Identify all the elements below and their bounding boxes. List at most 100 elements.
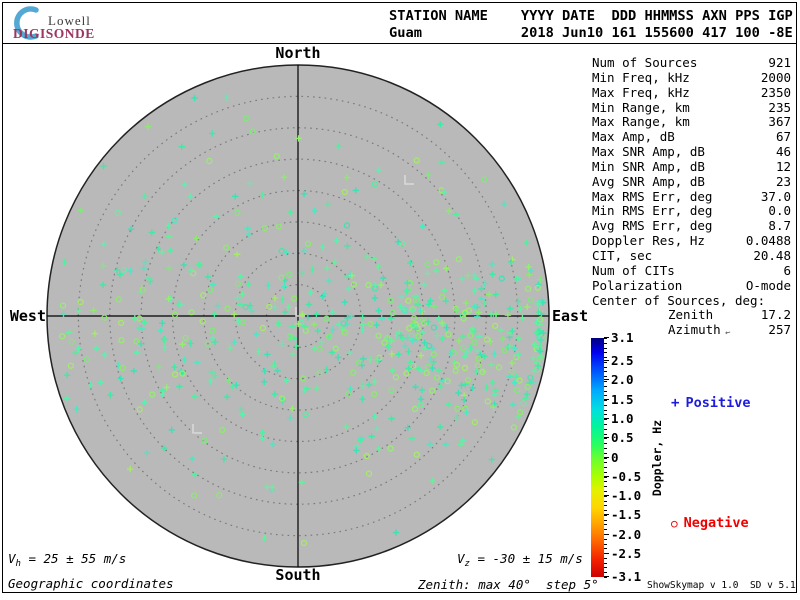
colorbar-minor-tick	[604, 352, 607, 354]
stat-label: Max SNR Amp, dB	[592, 144, 705, 160]
stat-value: 6	[783, 262, 791, 278]
colorbar-minor-tick	[604, 500, 607, 502]
compass-west-label: West	[9, 307, 46, 325]
colorbar-minor-tick	[604, 557, 607, 559]
colorbar-tick-label: 0.5	[611, 430, 634, 446]
stat-label: Min Freq, kHz	[592, 69, 690, 85]
stat-value: 46	[775, 144, 791, 160]
colorbar-tick	[604, 576, 609, 577]
stat-row: Max SNR Amp, dB 46	[592, 144, 791, 159]
colorbar-minor-tick	[604, 342, 607, 344]
colorbar-minor-tick	[604, 424, 607, 426]
stat-label: Zenith	[668, 307, 714, 323]
circle-marker-icon: ○	[671, 516, 678, 530]
colorbar-minor-tick	[604, 395, 607, 397]
colorbar-minor-tick	[604, 572, 607, 574]
stat-value: 235	[768, 99, 791, 115]
colorbar	[591, 338, 604, 577]
colorbar-tick-label: 3.1	[611, 330, 634, 345]
stat-label: Max Freq, kHz	[592, 84, 690, 100]
stat-row: Polarization O-mode	[592, 278, 791, 293]
colorbar-minor-tick	[604, 357, 607, 359]
legend-positive-label: Positive	[685, 395, 751, 411]
stat-label: Max Range, km	[592, 114, 690, 130]
vh-symbol: V	[8, 551, 16, 566]
stat-label: Min SNR Amp, dB	[592, 158, 705, 174]
stat-value: 921	[768, 55, 791, 70]
colorbar-minor-tick	[604, 548, 607, 550]
stat-label: Max Amp, dB	[592, 129, 675, 145]
stat-label: Num of CITs	[592, 262, 675, 278]
colorbar-tick	[604, 398, 609, 400]
colorbar-tick-label: 1.5	[611, 391, 634, 407]
colorbar-minor-tick	[604, 385, 607, 387]
colorbar-minor-tick	[604, 490, 607, 492]
compass-north-label: North	[275, 44, 321, 62]
stat-value: 2000	[760, 69, 791, 85]
stat-row: Min Freq, kHz 2000	[592, 70, 791, 85]
colorbar-tick	[604, 456, 609, 458]
colorbar-tick	[604, 475, 609, 477]
colorbar-tick	[604, 495, 609, 497]
colorbar-minor-tick	[604, 400, 607, 402]
stat-row: Max RMS Err, deg 37.0	[592, 189, 791, 204]
stat-row: Max Amp, dB 67	[592, 129, 791, 144]
colorbar-tick-label: -2.5	[611, 545, 642, 561]
colorbar-minor-tick	[604, 538, 607, 540]
stat-label: Azimuth →	[668, 322, 732, 338]
stat-row: Avg RMS Err, deg 8.7	[592, 218, 791, 233]
stat-value: 257	[768, 322, 791, 338]
stats-panel: Num of Sources 921 Min Freq, kHz 2000 Max Fr…	[592, 55, 791, 338]
colorbar-tick-label: 2.5	[611, 353, 634, 369]
colorbar-minor-tick	[604, 457, 607, 459]
colorbar-minor-tick	[604, 409, 607, 411]
stat-value: 8.7	[768, 218, 791, 234]
compass-south-label: South	[275, 566, 321, 584]
colorbar-minor-tick	[604, 505, 607, 507]
stat-label: Center of Sources, deg:	[592, 292, 766, 308]
colorbar-minor-tick	[604, 438, 607, 440]
colorbar-tick	[604, 533, 609, 535]
stat-row: Center of Sources, deg:	[592, 293, 791, 308]
stat-value: 12	[775, 158, 791, 174]
legend-negative: ○ Negative	[671, 515, 749, 531]
colorbar-tick	[604, 337, 609, 338]
vz-value: = -30 ± 15 m/s	[469, 551, 583, 566]
header-columns-titles: STATION NAME YYYY DATE DDD HHMMSS AXN PP…	[389, 8, 793, 24]
colorbar-minor-tick	[604, 471, 607, 473]
stat-value: 23	[775, 173, 791, 189]
stat-label: Avg SNR Amp, dB	[592, 173, 705, 189]
colorbar-minor-tick	[604, 371, 607, 373]
colorbar-minor-tick	[604, 529, 607, 531]
colorbar-tick-label: -0.5	[611, 468, 642, 484]
stat-value: 37.0	[760, 188, 791, 204]
colorbar-minor-tick	[604, 486, 607, 488]
legend-positive: + Positive	[671, 395, 750, 411]
colorbar-minor-tick	[604, 347, 607, 349]
legend-negative-label: Negative	[683, 515, 749, 531]
doppler-axis-label: Doppler, Hz	[650, 419, 664, 497]
colorbar-minor-tick	[604, 390, 607, 392]
stat-row: Doppler Res, Hz 0.0488	[592, 233, 791, 248]
colorbar-minor-tick	[604, 419, 607, 421]
stat-value: 0.0	[768, 203, 791, 219]
stat-row: Num of Sources 921	[592, 55, 791, 70]
stat-label: Min Range, km	[592, 99, 690, 115]
logo-digisonde-text: DIGISONDE	[13, 26, 95, 41]
colorbar-tick-label: 1.0	[611, 410, 634, 426]
vz-annotation: Vz = -30 ± 15 m/s	[457, 551, 583, 569]
colorbar-tick	[604, 437, 609, 439]
colorbar-minor-tick	[604, 428, 607, 430]
stat-row: Num of CITs 6	[592, 263, 791, 278]
colorbar-minor-tick	[604, 577, 607, 578]
colorbar-tick-label: 0	[611, 449, 619, 465]
colorbar-tick	[604, 514, 609, 516]
stat-label: CIT, sec	[592, 247, 653, 263]
stat-label: Min RMS Err, deg	[592, 203, 713, 219]
colorbar-tick-label: 2.0	[611, 372, 634, 388]
stat-label: Avg RMS Err, deg	[592, 218, 713, 234]
colorbar-tick-label: -3.1	[611, 569, 642, 584]
coordinates-label: Geographic coordinates	[8, 576, 174, 591]
colorbar-tick-label: -2.0	[611, 526, 642, 542]
vh-annotation: Vh = 25 ± 55 m/s	[8, 551, 126, 569]
